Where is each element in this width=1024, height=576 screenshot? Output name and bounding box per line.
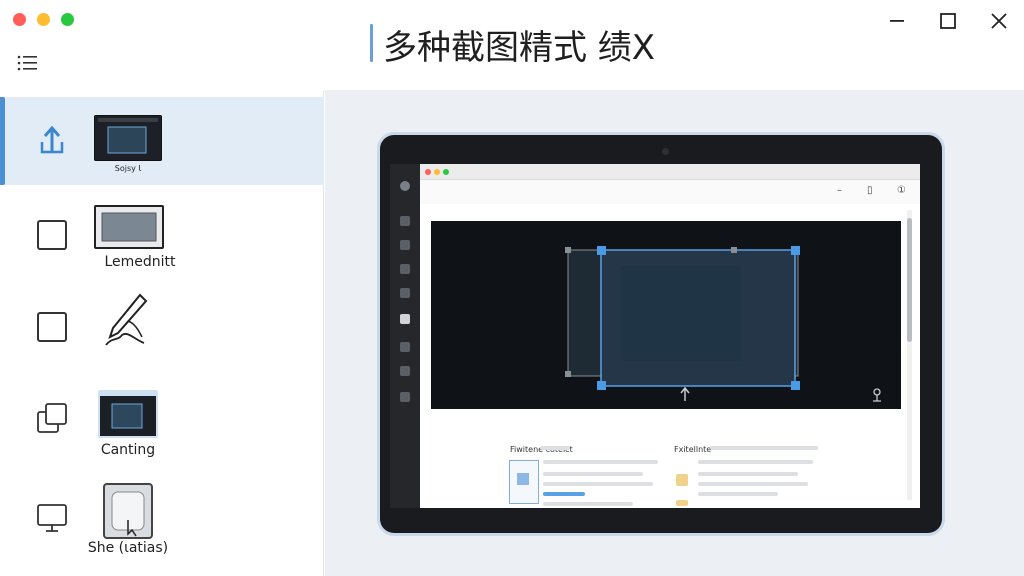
scrollbar-thumb[interactable] bbox=[907, 218, 912, 342]
multi-window-icon bbox=[37, 403, 67, 433]
rail-file-icon[interactable] bbox=[400, 392, 410, 402]
upload-icon bbox=[40, 125, 64, 154]
doc-line bbox=[698, 482, 808, 486]
doc-line bbox=[540, 446, 570, 450]
screenshot-thumbnail bbox=[94, 115, 162, 161]
selection-overlay[interactable] bbox=[431, 221, 901, 409]
inner-toolbar bbox=[420, 180, 920, 204]
folder-icon[interactable] bbox=[676, 474, 688, 486]
inner-window-titlebar bbox=[420, 164, 920, 180]
selection-thumbnail bbox=[103, 483, 153, 539]
active-indicator bbox=[0, 97, 5, 185]
sidebar-item-upload[interactable]: Sojsy Ɩ bbox=[0, 97, 324, 185]
close-traffic-light[interactable] bbox=[13, 13, 26, 26]
square-icon bbox=[37, 312, 67, 342]
sidebar-item-fullscreen[interactable]: She (ɩatias) bbox=[0, 478, 324, 576]
doc-line bbox=[543, 482, 653, 486]
square-icon bbox=[37, 220, 67, 250]
pen-hand-icon bbox=[105, 293, 148, 346]
sidebar-item-label: She (ɩatias) bbox=[87, 540, 169, 556]
doc-line bbox=[698, 472, 798, 476]
sidebar-item-label: Sojsy Ɩ bbox=[114, 164, 142, 173]
window-title: 多种截图精式 绩X bbox=[383, 28, 656, 68]
inner-zoom-dot[interactable] bbox=[443, 169, 449, 175]
rail-cloud-icon[interactable] bbox=[400, 288, 410, 298]
window-thumbnail bbox=[94, 205, 164, 249]
monitor-icon bbox=[37, 504, 67, 532]
title-bar: 多种截图精式 绩X bbox=[0, 0, 1024, 90]
capture-thumbnail bbox=[98, 390, 158, 438]
doc-line bbox=[543, 472, 643, 476]
rail-doc-icon[interactable] bbox=[400, 366, 410, 376]
maximize-icon[interactable] bbox=[937, 10, 959, 32]
inner-minimize-icon[interactable]: – bbox=[837, 185, 842, 196]
doc-line bbox=[698, 460, 813, 464]
doc-line bbox=[543, 502, 633, 506]
rail-square-icon[interactable] bbox=[400, 240, 410, 250]
inner-minimize-dot[interactable] bbox=[434, 169, 440, 175]
sidebar-item-label: Canting bbox=[100, 442, 156, 458]
zoom-traffic-light[interactable] bbox=[61, 13, 74, 26]
rail-user-icon[interactable] bbox=[400, 264, 410, 274]
doc-line bbox=[710, 446, 818, 450]
list-icon[interactable] bbox=[17, 54, 39, 72]
doc-line bbox=[543, 460, 658, 464]
sidebar-item-freehand[interactable] bbox=[0, 285, 324, 375]
rail-grid-icon[interactable] bbox=[400, 216, 410, 226]
rail-apps-icon[interactable] bbox=[400, 342, 410, 352]
doc-line bbox=[698, 492, 778, 496]
doc-progress-line bbox=[543, 492, 585, 496]
minimize-icon[interactable] bbox=[886, 10, 908, 32]
doc-section-heading: Fxitellnte bbox=[674, 445, 712, 454]
sidebar-item-capture[interactable]: Canting bbox=[0, 380, 324, 475]
inner-info-icon[interactable]: ① bbox=[897, 185, 906, 196]
avatar-icon[interactable] bbox=[400, 181, 410, 191]
minimize-traffic-light[interactable] bbox=[37, 13, 50, 26]
inner-close-dot[interactable] bbox=[425, 169, 431, 175]
rail-rect-icon[interactable] bbox=[400, 314, 410, 324]
sidebar-item-label: Lemednitt bbox=[104, 254, 176, 270]
title-accent-bar bbox=[370, 24, 373, 62]
close-icon[interactable] bbox=[988, 10, 1010, 32]
folder-icon[interactable] bbox=[676, 500, 688, 506]
sidebar-item-window[interactable]: Lemednitt bbox=[0, 190, 324, 280]
inner-restore-icon[interactable]: ▯ bbox=[867, 185, 873, 196]
doc-card-icon bbox=[517, 473, 529, 485]
camera-dot bbox=[662, 148, 669, 155]
